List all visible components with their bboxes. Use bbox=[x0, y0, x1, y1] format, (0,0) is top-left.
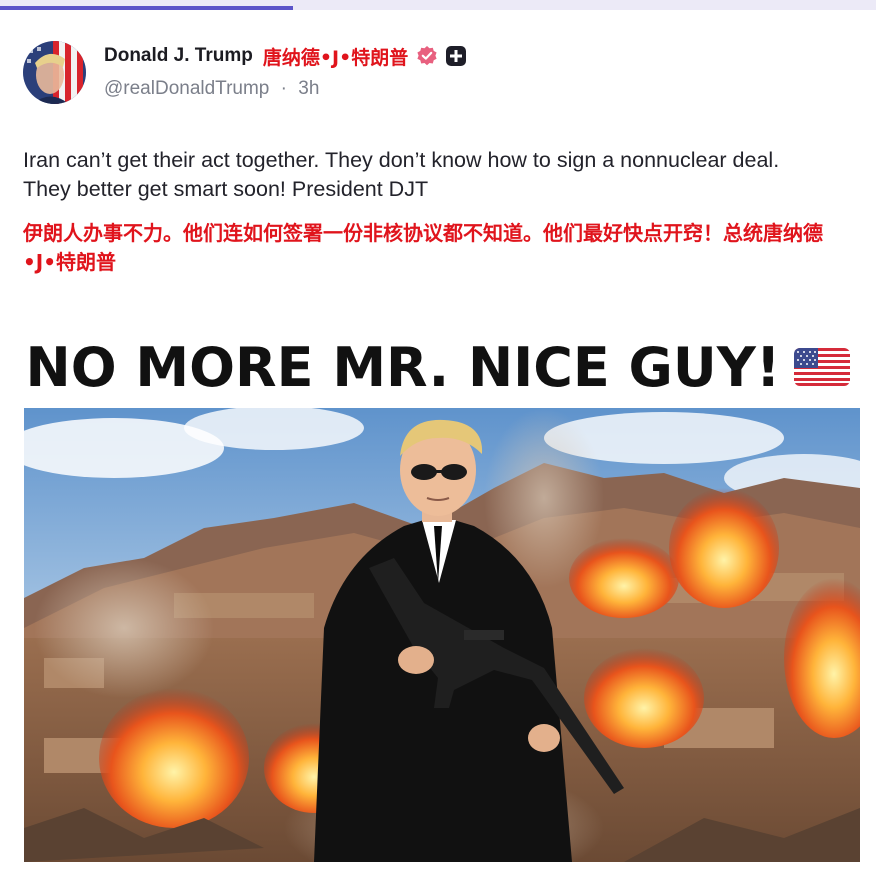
author-translated-name: 唐纳德•J•特朗普 bbox=[262, 46, 409, 69]
author-display-name[interactable]: Donald J. Trump bbox=[104, 45, 253, 67]
author-name-row: Donald J. Trump 唐纳德•J•特朗普 bbox=[104, 42, 467, 70]
post-image[interactable] bbox=[24, 408, 860, 862]
us-flag-icon bbox=[794, 348, 851, 386]
progress-bar bbox=[0, 6, 294, 10]
author-handle[interactable]: @realDonaldTrump bbox=[104, 78, 269, 99]
headline-text: NO MORE MR. NICE GUY! bbox=[25, 335, 781, 399]
post-timestamp[interactable]: 3h bbox=[298, 78, 319, 99]
avatar[interactable] bbox=[23, 41, 86, 104]
author-meta: @realDonaldTrump · 3h bbox=[104, 78, 319, 100]
verified-badge-icon bbox=[416, 45, 438, 67]
post-translation: 伊朗人办事不力。他们连如何签署一份非核协议都不知道。他们最好快点开窍！总统唐纳德… bbox=[23, 221, 823, 274]
meta-separator: · bbox=[280, 78, 287, 99]
image-headline: NO MORE MR. NICE GUY! bbox=[0, 332, 876, 402]
post-text: Iran can’t get their act together. They … bbox=[23, 148, 780, 201]
progress-track bbox=[0, 0, 876, 10]
plus-badge-icon[interactable] bbox=[446, 46, 467, 66]
